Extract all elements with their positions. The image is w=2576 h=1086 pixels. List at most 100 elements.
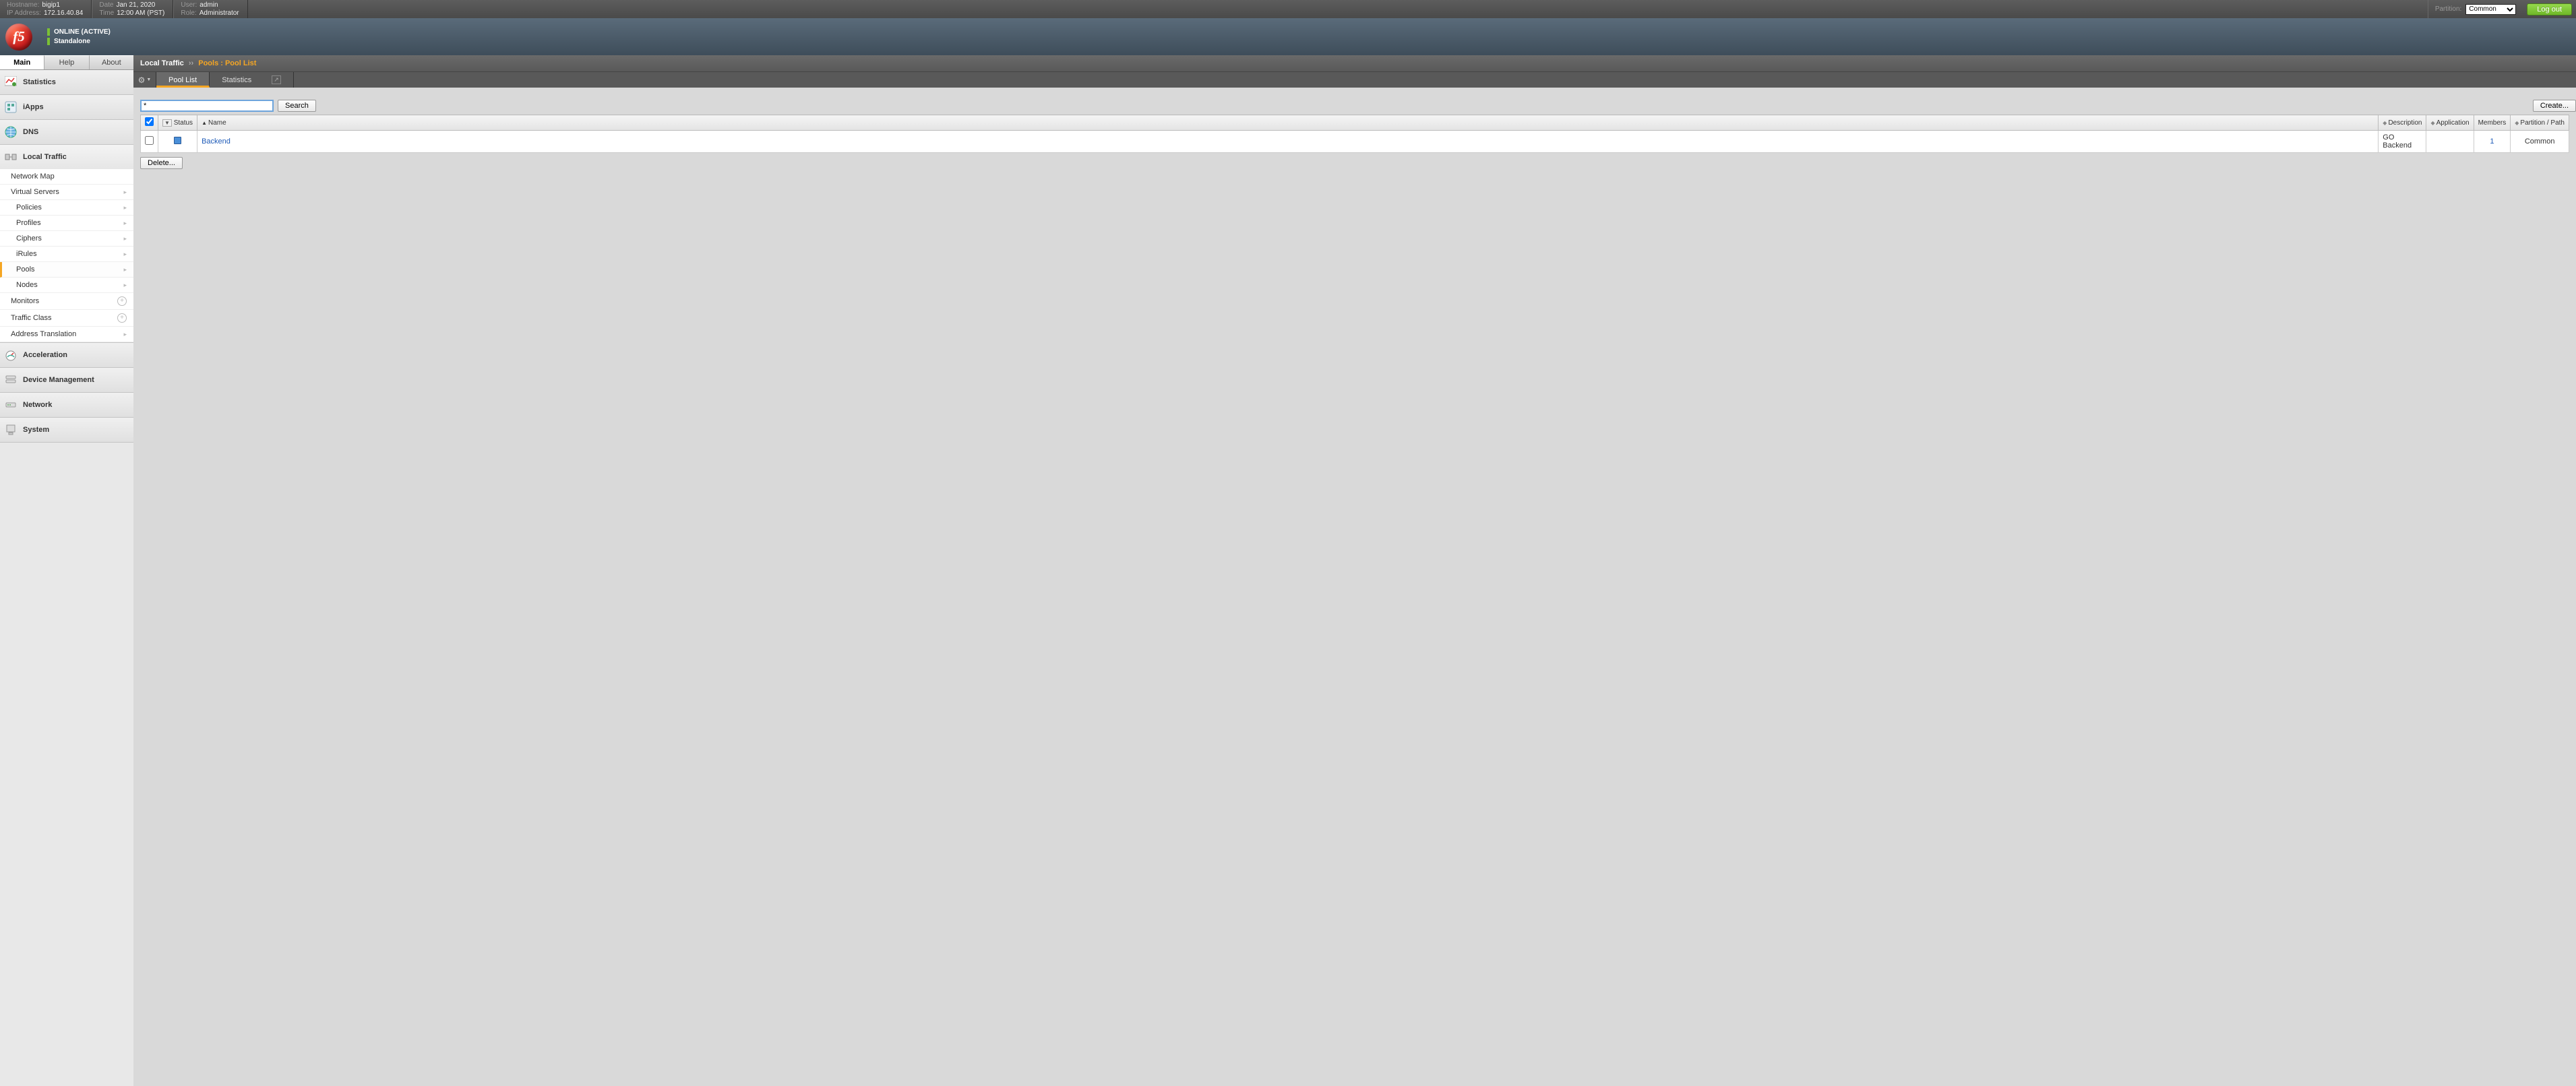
nav-dns[interactable]: DNS: [0, 120, 133, 144]
chevron-right-icon: ▸: [123, 189, 127, 196]
nav-item-monitors[interactable]: Monitors+: [0, 293, 133, 310]
sort-asc-icon: ▲: [202, 120, 207, 126]
statistics-icon: [4, 75, 18, 89]
breadcrumb-current: Pools : Pool List: [198, 59, 256, 67]
partition-label: Partition:: [2435, 5, 2461, 13]
time-label: Time: [99, 9, 114, 18]
device-management-icon: [4, 373, 18, 387]
chevron-down-icon: ▼: [146, 77, 151, 82]
nav-acceleration-label: Acceleration: [23, 351, 67, 359]
tab-main[interactable]: Main: [0, 55, 44, 69]
content-tabs: ⚙▼ Pool List Statistics↗: [133, 72, 2576, 88]
nav-item-virtual-servers[interactable]: Virtual Servers▸: [0, 185, 133, 200]
nav-item-profiles[interactable]: Profiles▸: [0, 216, 133, 231]
date-label: Date: [99, 1, 113, 9]
table-row: Backend GO Backend 1 Common: [141, 131, 2569, 153]
nav-acceleration[interactable]: Acceleration: [0, 343, 133, 367]
status-online: ONLINE (ACTIVE): [54, 28, 111, 37]
row-checkbox[interactable]: [145, 136, 154, 145]
gear-icon: ⚙: [138, 75, 146, 85]
chevron-right-icon: ▸: [123, 204, 127, 212]
plus-icon: +: [117, 313, 127, 323]
user-info: User:admin Role:Administrator: [173, 0, 247, 18]
sort-icon: ◆: [2515, 120, 2519, 126]
nav-local-traffic[interactable]: Local Traffic: [0, 145, 133, 169]
column-partition[interactable]: ◆Partition / Path: [2511, 115, 2569, 131]
nav-system[interactable]: System: [0, 418, 133, 442]
logout-button[interactable]: Log out: [2527, 3, 2572, 15]
cell-partition: Common: [2511, 131, 2569, 153]
hostname-label: Hostname:: [7, 1, 39, 9]
tab-help[interactable]: Help: [44, 55, 89, 69]
nav-item-nodes[interactable]: Nodes▸: [0, 278, 133, 293]
role-label: Role:: [181, 9, 196, 18]
nav-item-address-translation[interactable]: Address Translation▸: [0, 327, 133, 342]
plus-icon: +: [117, 296, 127, 306]
nav-item-irules[interactable]: iRules▸: [0, 247, 133, 262]
user-label: User:: [181, 1, 197, 9]
pool-table: ▼ Status ▲Name ◆Description ◆Application…: [140, 115, 2569, 153]
search-input[interactable]: [140, 100, 274, 112]
breadcrumb-separator: ››: [189, 59, 193, 67]
top-info-bar: Hostname:bigip1 IP Address:172.16.40.84 …: [0, 0, 2576, 18]
status-standalone: Standalone: [54, 37, 90, 46]
nav-item-ciphers[interactable]: Ciphers▸: [0, 231, 133, 247]
column-name[interactable]: ▲Name: [197, 115, 2379, 131]
delete-button[interactable]: Delete...: [140, 157, 183, 169]
sort-icon: ◆: [2383, 120, 2387, 126]
select-all-checkbox[interactable]: [145, 117, 154, 126]
tab-about[interactable]: About: [90, 55, 133, 69]
nav-device-management[interactable]: Device Management: [0, 368, 133, 392]
local-traffic-icon: [4, 150, 18, 164]
pool-name-link[interactable]: Backend: [202, 137, 231, 146]
nav-network[interactable]: Network: [0, 393, 133, 417]
chevron-right-icon: ▸: [123, 331, 127, 338]
iapps-icon: [4, 100, 18, 114]
nav-tabs: Main Help About: [0, 55, 133, 70]
tab-pool-list[interactable]: Pool List: [156, 72, 210, 88]
system-icon: [4, 423, 18, 437]
content-body: Create... Search ▼ Status ▲Name ◆Descrip…: [133, 88, 2576, 176]
breadcrumb: Local Traffic ›› Pools : Pool List: [133, 55, 2576, 72]
search-button[interactable]: Search: [278, 100, 316, 112]
nav-item-pools[interactable]: Pools▸: [0, 262, 133, 278]
datetime-info: DateJan 21, 2020 Time12:00 AM (PST): [92, 0, 173, 18]
sort-icon: ◆: [2430, 120, 2434, 126]
nav-item-policies[interactable]: Policies▸: [0, 200, 133, 216]
ip-value: 172.16.40.84: [44, 9, 83, 18]
chevron-right-icon: ▸: [123, 251, 127, 258]
nav-iapps[interactable]: iApps: [0, 95, 133, 119]
sidebar: Main Help About Statistics iApps DNS: [0, 55, 133, 1086]
main-area: Local Traffic ›› Pools : Pool List ⚙▼ Po…: [133, 55, 2576, 1086]
f5-logo: f5: [5, 24, 32, 51]
nav-statistics-label: Statistics: [23, 78, 56, 86]
banner: f5 ONLINE (ACTIVE) Standalone: [0, 18, 2576, 55]
column-members[interactable]: Members: [2474, 115, 2511, 131]
nav-item-network-map[interactable]: Network Map: [0, 169, 133, 185]
nav-network-label: Network: [23, 401, 52, 409]
hostname-value: bigip1: [42, 1, 60, 9]
create-button[interactable]: Create...: [2533, 100, 2576, 112]
tab-statistics[interactable]: Statistics↗: [210, 72, 294, 88]
column-select-all[interactable]: [141, 115, 158, 131]
user-value: admin: [200, 1, 218, 9]
time-value: 12:00 AM (PST): [117, 9, 164, 18]
chevron-down-icon[interactable]: ▼: [162, 119, 172, 127]
ip-label: IP Address:: [7, 9, 41, 18]
column-application[interactable]: ◆Application: [2426, 115, 2474, 131]
partition-select[interactable]: Common: [2465, 4, 2516, 15]
nav-item-traffic-class[interactable]: Traffic Class+: [0, 310, 133, 327]
cell-application: [2426, 131, 2474, 153]
status-unknown-icon: [174, 137, 181, 144]
cell-description: GO Backend: [2379, 131, 2426, 153]
dns-icon: [4, 125, 18, 139]
status-marker-icon: [47, 38, 50, 45]
popout-icon[interactable]: ↗: [272, 75, 281, 84]
nav-device-management-label: Device Management: [23, 376, 94, 384]
date-value: Jan 21, 2020: [116, 1, 155, 9]
column-description[interactable]: ◆Description: [2379, 115, 2426, 131]
settings-gear-tab[interactable]: ⚙▼: [133, 72, 156, 88]
nav-statistics[interactable]: Statistics: [0, 70, 133, 94]
members-link[interactable]: 1: [2490, 137, 2494, 146]
column-status[interactable]: ▼ Status: [158, 115, 197, 131]
